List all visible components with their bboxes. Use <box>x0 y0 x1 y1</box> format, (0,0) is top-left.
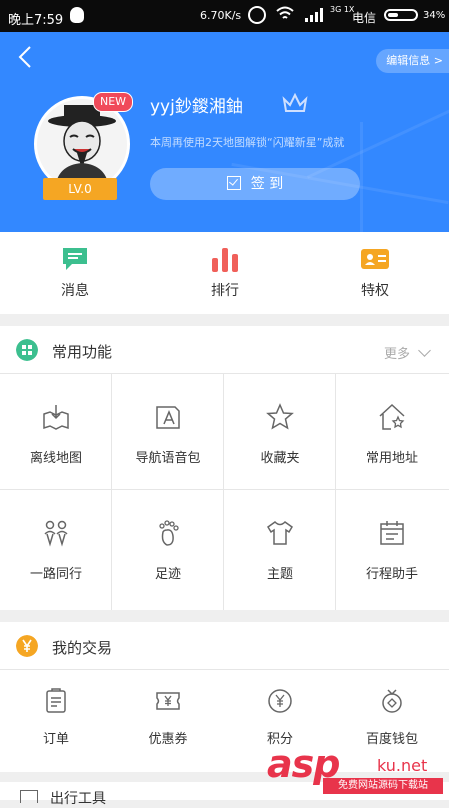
watermark: asp ku.net 免费网站源码下载站 <box>267 742 443 794</box>
signal-icon <box>305 8 327 22</box>
more-label: 更多 <box>383 347 410 362</box>
ranking-icon <box>212 248 238 272</box>
function-label: 足迹 <box>154 567 181 582</box>
level-badge[interactable]: LV.0 <box>43 178 117 200</box>
network-type: 3G 1X <box>330 5 355 14</box>
username: yyj鈔鍐湘鈾 <box>150 97 243 117</box>
action-message[interactable]: 消息 <box>0 232 150 314</box>
function-favorites[interactable]: 收藏夹 <box>224 374 336 490</box>
edit-profile-button[interactable]: 编辑信息 > <box>376 49 449 73</box>
status-time: 晚上7:59 <box>8 13 64 28</box>
grid-icon <box>16 339 38 361</box>
function-label: 行程助手 <box>365 567 418 582</box>
home-star-icon <box>379 403 405 430</box>
more-button[interactable]: 更多 <box>383 343 431 362</box>
common-functions-header: 常用功能 更多 <box>0 326 449 374</box>
section-title: 出行工具 <box>50 791 106 807</box>
companions-icon <box>44 520 68 547</box>
privilege-card-icon <box>361 249 389 269</box>
function-common-address[interactable]: 常用地址 <box>336 374 449 490</box>
action-label: 特权 <box>361 283 389 299</box>
yuan-icon <box>16 635 38 657</box>
alarm-icon <box>248 6 266 24</box>
points-icon <box>268 689 292 713</box>
common-functions-card: 常用功能 更多 离线地图 导航语音包 收藏夹 常用地址 一路同行 足迹 主题 行… <box>0 326 449 610</box>
chevron-down-icon <box>418 344 431 357</box>
status-bar: 晚上7:59 6.70K/s 3G 1X 电信 34% <box>0 0 449 32</box>
calendar-icon <box>380 521 404 545</box>
function-companions[interactable]: 一路同行 <box>0 490 112 610</box>
quick-actions: 消息 排行 特权 <box>0 232 449 314</box>
action-label: 消息 <box>61 283 89 299</box>
function-label: 一路同行 <box>29 567 82 582</box>
function-voice-package[interactable]: 导航语音包 <box>112 374 224 490</box>
function-label: 导航语音包 <box>135 451 201 466</box>
watermark-domain: ku.net <box>377 756 428 775</box>
message-icon <box>63 248 87 270</box>
function-trip-assistant[interactable]: 行程助手 <box>336 490 449 610</box>
trade-label: 订单 <box>42 732 69 747</box>
watermark-sub: 免费网站源码下载站 <box>323 778 443 794</box>
tshirt-icon <box>267 521 293 545</box>
coupon-icon <box>156 692 180 710</box>
battery-percent: 34% <box>423 10 446 21</box>
back-button[interactable] <box>14 44 40 70</box>
new-badge: NEW <box>93 92 133 112</box>
signin-button[interactable]: 签 到 <box>150 168 360 200</box>
my-trade-header: 我的交易 <box>0 622 449 670</box>
function-label: 收藏夹 <box>260 451 300 466</box>
crown-icon[interactable] <box>282 92 308 114</box>
section-title: 常用功能 <box>52 343 113 361</box>
order-icon <box>46 688 66 713</box>
function-theme[interactable]: 主题 <box>224 490 336 610</box>
qq-icon <box>70 7 84 23</box>
action-label: 排行 <box>211 283 239 299</box>
checkbox-icon <box>226 176 241 190</box>
function-offline-map[interactable]: 离线地图 <box>0 374 112 490</box>
trade-order[interactable]: 订单 <box>0 670 112 770</box>
tools-icon <box>20 790 38 803</box>
wallet-icon <box>382 689 402 713</box>
trade-label: 优惠券 <box>148 732 188 747</box>
carrier: 电信 <box>352 11 377 25</box>
section-title: 我的交易 <box>52 639 113 657</box>
profile-header: 编辑信息 > NEW LV.0 yyj鈔鍐湘鈾 本周再使用2天地图解锁“闪耀新星… <box>0 32 449 232</box>
action-privilege[interactable]: 特权 <box>300 232 449 314</box>
star-icon <box>266 403 294 430</box>
function-footprint[interactable]: 足迹 <box>112 490 224 610</box>
signin-label: 签 到 <box>250 176 284 192</box>
network-speed: 6.70K/s <box>200 9 242 22</box>
action-ranking[interactable]: 排行 <box>150 232 300 314</box>
battery-icon <box>384 9 418 21</box>
voice-package-icon <box>156 406 180 429</box>
achievement-hint: 本周再使用2天地图解锁“闪耀新星”成就 <box>150 136 345 149</box>
function-label: 常用地址 <box>365 451 418 466</box>
trade-coupon[interactable]: 优惠券 <box>112 670 224 770</box>
function-label: 离线地图 <box>29 451 82 466</box>
footprint-icon <box>159 520 179 546</box>
function-label: 主题 <box>266 567 293 582</box>
wifi-icon <box>276 6 294 24</box>
offline-map-icon <box>43 405 69 430</box>
